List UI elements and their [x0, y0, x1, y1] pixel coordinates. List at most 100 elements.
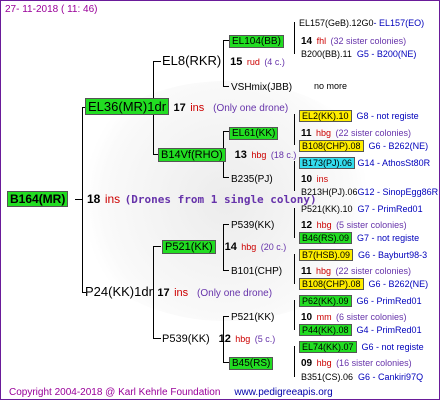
- sire-top: EL36(MR)1dr 17 ins (Only one drone): [85, 98, 289, 116]
- p539a-count: 12: [301, 220, 313, 231]
- gen2-b14: B14Vf(RHO) 13 hbg (18 c.): [158, 147, 296, 162]
- b45-insemination: hbg: [316, 358, 332, 368]
- p521a-note: (6 sister colonies): [336, 312, 407, 322]
- gen4-name[interactable]: EL157(GeB).12G0: [299, 18, 374, 28]
- b14-note: (18 c.): [270, 150, 297, 160]
- el61-note: (22 sister colonies): [335, 128, 412, 138]
- el104-note: (32 sister colonies): [330, 36, 407, 46]
- el61-count: 11: [301, 128, 312, 139]
- gen4-row: B108(CHP).08 G6 - B262(NE): [299, 139, 428, 153]
- gen4-name[interactable]: B200(BB).11: [301, 49, 352, 59]
- connector: [223, 270, 229, 271]
- b45-name[interactable]: B45(RS): [229, 357, 274, 370]
- dam-bottom-insemination: ins: [174, 287, 189, 299]
- gen4-info: G6 - Bayburt98-3: [358, 250, 428, 260]
- root-count: 18: [87, 192, 101, 206]
- b101-insemination: hbg: [316, 266, 332, 276]
- gen3-b45: B45(RS): [229, 355, 274, 371]
- dam-bottom-name[interactable]: P24(KK)1dr: [85, 284, 153, 299]
- gen4-name[interactable]: B213H(PJ).06: [301, 187, 358, 197]
- footer: Copyright 2004-2018 @ Karl Kehrle Founda…: [9, 386, 333, 399]
- gen4-row: B7(HSB).09 G6 - Bayburt98-3: [299, 248, 427, 262]
- sire-top-note: (Only one drone): [213, 103, 289, 114]
- b101-note: (22 sister colonies): [335, 266, 412, 276]
- b101-count: 11: [301, 266, 312, 277]
- b14-count: 13: [234, 149, 247, 161]
- el8-insemination: rud: [246, 57, 260, 67]
- gen4-name[interactable]: P44(KK).08: [299, 324, 352, 336]
- gen4-info: G7 - PrimRed01: [357, 204, 423, 214]
- pedigree-page: 27- 11-2018 ( 11: 46) Copyright 2004-201…: [0, 0, 440, 400]
- p539-count: 12: [218, 333, 231, 345]
- p521a-name[interactable]: P521(KK): [231, 312, 274, 323]
- gen4-name[interactable]: B108(CHP).08: [299, 278, 364, 290]
- gen4-info: - EL157(EO): [373, 18, 425, 28]
- vsh-name[interactable]: VSHmix(JBB): [231, 82, 292, 93]
- p539-name[interactable]: P539(KK): [162, 333, 210, 345]
- website-link[interactable]: www.pedigreeapis.org: [234, 387, 332, 398]
- b45-count: 09: [301, 358, 313, 369]
- gen4-row: EL157(GeB).12G0- EL157(EO): [299, 16, 424, 30]
- sire-top-count: 17: [173, 102, 186, 114]
- connector: [294, 346, 295, 377]
- gen4-info: G4 - PrimRed01: [356, 325, 422, 335]
- b45-note: (16 sister colonies): [336, 358, 412, 368]
- connector: [294, 254, 295, 284]
- p539a-name[interactable]: P539(KK): [231, 220, 274, 231]
- gen3-p521a: P521(KK): [231, 309, 274, 325]
- b235-name[interactable]: B235(PJ): [231, 174, 273, 185]
- connector: [82, 107, 83, 293]
- gen4-name[interactable]: EL74(KK).07: [299, 341, 357, 353]
- sire-top-name[interactable]: EL36(MR)1dr: [85, 98, 170, 115]
- gen4-name[interactable]: B351(CS).06: [301, 372, 353, 382]
- p521-note: (20 c.): [260, 242, 287, 252]
- gen4-info: G6 - B262(NE): [368, 279, 429, 289]
- p521-name[interactable]: P521(KK): [162, 240, 216, 254]
- el8-note: (4 c.): [264, 57, 285, 67]
- el8-name[interactable]: EL8(RKR): [162, 53, 221, 68]
- p521a-count: 10: [301, 312, 313, 323]
- gen3-b45-info: 09 hbg (16 sister colonies): [301, 355, 412, 371]
- p539a-note: (5 sister colonies): [336, 220, 407, 230]
- root-info: 18 ins (Drones from 1 single colony): [87, 192, 317, 207]
- dam-bottom: P24(KK)1dr 17 ins (Only one drone): [85, 285, 272, 301]
- el61-name[interactable]: EL61(KK): [229, 127, 279, 140]
- gen4-name[interactable]: B7(HSB).09: [299, 249, 354, 261]
- connector: [294, 22, 295, 54]
- gen4-name[interactable]: P521(KK).10: [301, 204, 353, 214]
- b235-insemination: ins: [316, 174, 329, 184]
- gen4-name[interactable]: B46(RS).09: [299, 232, 353, 244]
- sire-top-insemination: ins: [190, 102, 205, 114]
- gen4-row: B351(CS).06 G6 - Cankiri97Q: [301, 370, 423, 384]
- gen4-row: B46(RS).09 G7 - not registe: [299, 231, 419, 245]
- dam-bottom-count: 17: [157, 287, 170, 299]
- root-note: (Drones from 1 single colony): [124, 193, 317, 206]
- p539a-insemination: hbg: [316, 220, 332, 230]
- gen4-row: P521(KK).10 G7 - PrimRed01: [301, 202, 423, 216]
- gen4-name[interactable]: B108(CHP).08: [299, 140, 364, 152]
- connector: [223, 177, 229, 178]
- b101-name[interactable]: B101(CHP): [231, 266, 282, 277]
- root-name[interactable]: B164(MR): [7, 191, 69, 207]
- gen4-info: G6 - B262(NE): [368, 141, 429, 151]
- p521-insemination: hbg: [241, 242, 257, 252]
- b14-insemination: hbg: [251, 150, 267, 160]
- gen4-info: G12 - SinopEgg86R: [357, 187, 439, 197]
- b14-name[interactable]: B14Vf(RHO): [158, 148, 226, 162]
- gen4-name[interactable]: B173(PJ).06: [299, 157, 356, 169]
- gen4-info: G14 - AthosSt80R: [357, 158, 431, 168]
- gen4-name[interactable]: EL2(KK).10: [299, 110, 352, 122]
- vsh-note: no more: [314, 81, 348, 91]
- gen4-row: P62(KK).09 G6 - PrimRed01: [299, 294, 422, 308]
- gen4-info: G6 - not registe: [361, 342, 424, 352]
- root-queen: B164(MR): [7, 191, 69, 207]
- el104-name[interactable]: EL104(BB): [229, 35, 284, 48]
- gen4-info: G6 - PrimRed01: [356, 296, 422, 306]
- gen2-el8: EL8(RKR) 15 rud (4 c.): [162, 54, 285, 69]
- gen4-name[interactable]: P62(KK).09: [299, 295, 352, 307]
- gen4-row: P44(KK).08 G4 - PrimRed01: [299, 323, 422, 337]
- connector: [294, 300, 295, 330]
- gen4-info: G6 - Cankiri97Q: [358, 372, 424, 382]
- b235-count: 10: [301, 174, 313, 185]
- el104-insemination: fhl: [316, 36, 327, 46]
